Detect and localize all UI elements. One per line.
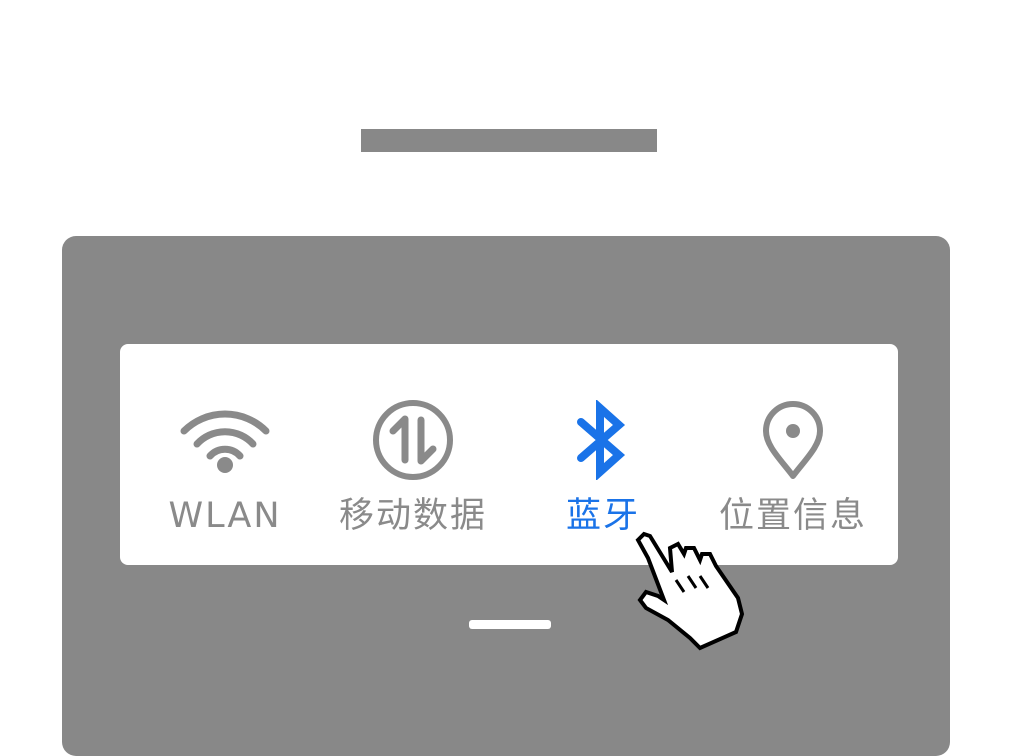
tile-label-bluetooth: 蓝牙 [565,496,640,536]
location-pin-icon [748,400,838,480]
tile-label-wlan: WLAN [168,496,282,536]
tile-mobile-data[interactable]: 移动数据 [318,344,508,565]
tile-label-mobile-data: 移动数据 [338,496,487,536]
tile-location[interactable]: 位置信息 [698,344,888,565]
bluetooth-icon [558,400,648,480]
wifi-icon [180,400,270,480]
tile-bluetooth[interactable]: 蓝牙 [508,344,698,565]
quick-settings-card: WLAN 移动数据 蓝牙 位置信息 [120,344,898,565]
tile-label-location: 位置信息 [718,496,867,536]
mobile-data-icon [368,400,458,480]
tile-wlan[interactable]: WLAN [130,344,320,565]
home-indicator[interactable] [469,620,551,629]
status-bar [361,129,657,152]
